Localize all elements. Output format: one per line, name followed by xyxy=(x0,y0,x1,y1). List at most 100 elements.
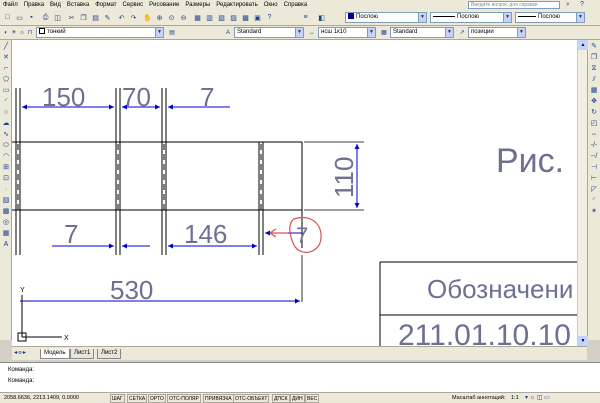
help-toolbar-icon[interactable]: ? xyxy=(264,12,275,23)
undo-icon[interactable]: ↶ xyxy=(116,12,127,23)
print-icon[interactable]: ⎙ xyxy=(40,12,51,23)
new-icon[interactable]: □ xyxy=(2,12,13,23)
ellipse-icon[interactable]: ⬭ xyxy=(1,141,11,150)
layer-manager-icon[interactable]: ≡ xyxy=(300,12,311,23)
menu-format[interactable]: Формат xyxy=(92,2,119,8)
polar-toggle[interactable]: ОТС-ПОЛЯР xyxy=(167,394,201,403)
open-icon[interactable]: ▭ xyxy=(14,12,25,23)
design-center-icon[interactable]: ▥ xyxy=(204,12,215,23)
lock-icon[interactable]: ⊓ xyxy=(26,28,34,37)
command-prompt-line[interactable]: Команда: xyxy=(8,378,34,384)
help-icon[interactable]: ? xyxy=(580,1,584,8)
menu-file[interactable]: Файл xyxy=(0,2,21,8)
break-icon[interactable]: ⊣ xyxy=(589,163,599,172)
extend-icon[interactable]: --/ xyxy=(589,152,599,161)
region-icon[interactable]: ◎ xyxy=(1,218,11,227)
scroll-up-icon[interactable]: ▲ xyxy=(578,40,588,50)
fillet-icon[interactable]: ◜ xyxy=(589,196,599,205)
multileader-style-combo[interactable]: позиции ▼ xyxy=(468,27,526,38)
make-block-icon[interactable]: ⊡ xyxy=(1,174,11,183)
polygon-icon[interactable]: ⬠ xyxy=(1,75,11,84)
pan-icon[interactable]: ✋ xyxy=(142,12,153,23)
search-icon[interactable]: ⌕ xyxy=(566,1,570,9)
table-style-icon[interactable]: ▦ xyxy=(380,28,388,37)
stretch-icon[interactable]: ⇔ xyxy=(589,130,599,139)
save-icon[interactable]: ▪ xyxy=(26,12,37,23)
erase-icon[interactable]: ✎ xyxy=(589,42,599,51)
calculator-icon[interactable]: ▣ xyxy=(252,12,263,23)
layer-combo[interactable]: тонкий ▼ xyxy=(36,27,164,38)
tool-palettes-icon[interactable]: ▧ xyxy=(216,12,227,23)
preview-icon[interactable]: ◫ xyxy=(52,12,63,23)
line-icon[interactable]: ╱ xyxy=(1,42,11,51)
lineweight-combo[interactable]: Послою ▼ xyxy=(515,12,585,23)
explode-icon[interactable]: ✶ xyxy=(589,207,599,216)
dyn-toggle[interactable]: ДИН xyxy=(290,394,305,403)
ducs-toggle[interactable]: ДПСК xyxy=(272,394,290,403)
command-window[interactable]: Команда: Команда: xyxy=(0,362,600,392)
circle-icon[interactable]: ○ xyxy=(1,108,11,117)
rectangle-icon[interactable]: ▭ xyxy=(1,86,11,95)
dim-style-combo[interactable]: нсш 1к10 ▼ xyxy=(318,27,376,38)
ortho-toggle[interactable]: ОРТО xyxy=(148,394,166,403)
tab-sheet2[interactable]: Лист2 xyxy=(97,349,122,359)
lweight-toggle[interactable]: ВЕС xyxy=(305,394,320,403)
tab-sheet1[interactable]: Лист1 xyxy=(70,349,95,359)
insert-block-icon[interactable]: ⊞ xyxy=(1,163,11,172)
help-search-input[interactable]: Введите вопрос для справки xyxy=(468,1,560,9)
array-icon[interactable]: ▦ xyxy=(589,86,599,95)
scale-icon[interactable]: ◰ xyxy=(589,119,599,128)
drawing-canvas[interactable]: 150 70 7 7 146 7 530 110 Рис. Обозначени… xyxy=(12,40,577,346)
dim-style-icon[interactable]: ↔ xyxy=(308,28,316,37)
offset-icon[interactable]: ⫽ xyxy=(589,75,599,84)
menu-help[interactable]: Справка xyxy=(281,2,311,8)
gradient-icon[interactable]: ▩ xyxy=(1,207,11,216)
point-icon[interactable]: · xyxy=(1,185,11,194)
zoom-previous-icon[interactable]: ⊖ xyxy=(178,12,189,23)
sheet-set-icon[interactable]: ▨ xyxy=(228,12,239,23)
zoom-window-icon[interactable]: ⊙ xyxy=(166,12,177,23)
coordinates-readout[interactable]: 2058.6636, 2213.1409, 0.0000 xyxy=(4,393,79,403)
hatch-icon[interactable]: ▨ xyxy=(1,196,11,205)
menu-insert[interactable]: Вставка xyxy=(64,2,92,8)
tab-model[interactable]: Модель xyxy=(40,349,70,359)
freeze-icon[interactable]: ☼ xyxy=(18,28,26,37)
vertical-scrollbar[interactable]: ▲ ▼ xyxy=(577,40,588,346)
menu-draw[interactable]: Рисование xyxy=(146,2,182,8)
text-style-icon[interactable]: A xyxy=(224,28,232,37)
chamfer-icon[interactable]: ◸ xyxy=(589,185,599,194)
zoom-icon[interactable]: ⊕ xyxy=(154,12,165,23)
polyline-icon[interactable]: ⌐ xyxy=(1,64,11,73)
make-current-layer-icon[interactable]: ▤ xyxy=(168,28,176,37)
menu-edit[interactable]: Правка xyxy=(21,2,47,8)
linetype-combo[interactable]: Послою ▼ xyxy=(430,12,512,23)
rotate-icon[interactable]: ↻ xyxy=(589,108,599,117)
trim-icon[interactable]: -/- xyxy=(589,141,599,150)
spline-icon[interactable]: ∿ xyxy=(1,130,11,139)
multileader-style-icon[interactable]: ↗ xyxy=(458,28,466,37)
join-icon[interactable]: ⊢ xyxy=(589,174,599,183)
status-tray-icons[interactable]: ▾ ☼ ◫ ▭ xyxy=(525,393,550,403)
osnap-toggle[interactable]: ПРИВЯЗКА xyxy=(203,394,234,403)
markup-icon[interactable]: ▩ xyxy=(240,12,251,23)
bulb-icon[interactable]: ☀ xyxy=(10,28,18,37)
redo-icon[interactable]: ↷ xyxy=(128,12,139,23)
table-style-combo[interactable]: Standard ▼ xyxy=(390,27,454,38)
annotation-scale-value[interactable]: 1:1 xyxy=(511,393,519,403)
layer-on-icon[interactable]: ◐ xyxy=(2,28,10,37)
arc-icon[interactable]: ◜ xyxy=(1,97,11,106)
text-style-combo[interactable]: Standard ▼ xyxy=(234,27,304,38)
cut-icon[interactable]: ✂ xyxy=(66,12,77,23)
table-icon[interactable]: ▦ xyxy=(1,229,11,238)
menu-tools[interactable]: Сервис xyxy=(120,2,147,8)
grid-toggle[interactable]: СЕТКА xyxy=(127,394,148,403)
copy-object-icon[interactable]: ❐ xyxy=(589,53,599,62)
mtext-icon[interactable]: A xyxy=(1,240,11,249)
layer-previous-icon[interactable]: ◧ xyxy=(316,12,327,23)
ellipse-arc-icon[interactable]: ◠ xyxy=(1,152,11,161)
match-properties-icon[interactable]: ✎ xyxy=(102,12,113,23)
revcloud-icon[interactable]: ☁ xyxy=(1,119,11,128)
copy-icon[interactable]: ❐ xyxy=(78,12,89,23)
menu-window[interactable]: Окно xyxy=(261,2,281,8)
xline-icon[interactable]: ✕ xyxy=(1,53,11,62)
